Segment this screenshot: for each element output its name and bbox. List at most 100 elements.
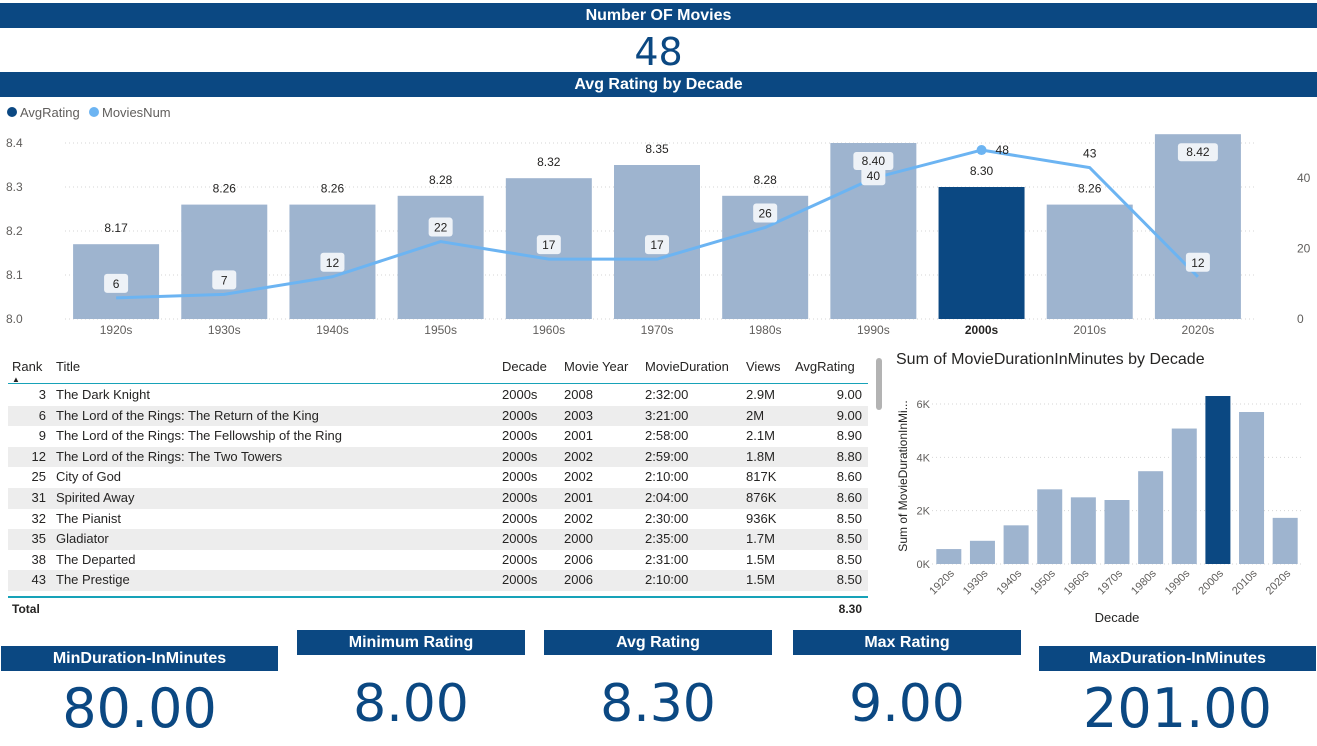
y-axis-title: Sum of MovieDurationInMi...	[896, 400, 910, 551]
duration-bar-2010s	[1239, 412, 1265, 564]
min-rating-value: 8.00	[353, 674, 469, 734]
column-header-avg-rating[interactable]: AvgRating	[795, 359, 855, 374]
line-data-label: 40	[867, 169, 881, 183]
legend-marker-avgrating	[7, 107, 17, 117]
avg-rating-by-decade-title: Avg Rating by Decade	[0, 72, 1317, 97]
sort-ascending-icon[interactable]: ▲	[12, 375, 20, 384]
table-cell-movie-year: 2001	[564, 428, 593, 444]
line-data-label: 43	[1083, 147, 1097, 161]
column-header-views[interactable]: Views	[746, 359, 780, 374]
bar-data-label: 8.26	[1078, 182, 1102, 196]
bar-data-label: 8.26	[213, 182, 237, 196]
table-row[interactable]: 57 Memento 2000s 2000 1:53:00 1.3M 8.40	[8, 591, 868, 595]
movies-table[interactable]: Rank ▲ Title Decade Movie Year MovieDura…	[8, 352, 882, 618]
line-data-label: 6	[113, 277, 120, 291]
duration-bar-1990s	[1171, 428, 1197, 564]
table-cell-rank: 57	[8, 593, 46, 595]
table-cell-views: 1.7M	[746, 531, 775, 547]
table-cell-decade: 2000s	[502, 551, 538, 567]
table-row[interactable]: 32 The Pianist 2000s 2002 2:30:00 936K 8.50	[8, 509, 868, 530]
x-axis-tick-label: 1920s	[927, 567, 957, 597]
table-cell-rank: 9	[38, 428, 46, 444]
table-cell-rank: 6	[38, 407, 46, 423]
x-axis-tick-label: 2000s	[1196, 567, 1226, 597]
table-cell-movie-year: 2000	[564, 593, 593, 595]
avg-rating-title: Avg Rating	[544, 630, 772, 655]
table-cell-decade: 2000s	[502, 469, 538, 485]
table-cell-rank: 35	[31, 531, 46, 547]
table-cell-movieduration: 2:31:00	[645, 551, 689, 567]
y-axis-tick-label: 8.1	[6, 268, 23, 282]
bar-data-label: 8.35	[645, 142, 669, 156]
table-cell-movie-year: 2006	[564, 572, 593, 588]
avg-rating-combo-chart[interactable]: AvgRating MoviesNum8.08.18.28.38.40204019…	[0, 100, 1317, 344]
table-cell-rank: 3	[38, 387, 46, 402]
y2-axis-tick-label: 20	[1297, 242, 1311, 256]
table-cell-views: 876K	[746, 490, 777, 505]
column-header-rank[interactable]: Rank	[12, 359, 42, 374]
table-cell-decade: 2000s	[502, 490, 538, 505]
table-cell-avgrating: 9.00	[836, 407, 862, 423]
table-row[interactable]: 25 City of God 2000s 2002 2:10:00 817K 8.60	[8, 467, 868, 488]
y-axis-tick-label: 6K	[917, 399, 931, 411]
max-rating-value: 9.00	[849, 674, 965, 734]
column-header-title[interactable]: Title	[56, 359, 80, 374]
table-row[interactable]: 35 Gladiator 2000s 2000 2:35:00 1.7M 8.50	[8, 529, 868, 550]
duration-bar-1970s	[1104, 500, 1130, 564]
table-row[interactable]: 6 The Lord of the Rings: The Return of th…	[8, 405, 868, 427]
table-row[interactable]: 38 The Departed 2000s 2006 2:31:00 1.5M 8.50	[8, 550, 868, 571]
bar-2020s	[1154, 134, 1241, 319]
line-data-label: 17	[650, 238, 664, 252]
column-header-movie-year[interactable]: Movie Year	[564, 359, 628, 374]
table-cell-title: Memento	[56, 593, 110, 595]
bar-data-label: 8.40	[862, 154, 886, 168]
table-cell-movie-year: 2002	[564, 448, 593, 464]
table-cell-title: Gladiator	[56, 531, 109, 547]
column-header-decade[interactable]: Decade	[502, 359, 547, 374]
table-row[interactable]: 9 The Lord of the Rings: The Fellowship o…	[8, 426, 868, 447]
table-cell-avgrating: 8.50	[836, 531, 862, 547]
x-axis-tick-label: 1970s	[1095, 567, 1125, 597]
x-axis-tick-label: 1970s	[641, 323, 674, 337]
duration-by-decade-chart[interactable]: 0K 2K 4K 6K Sum of MovieDurationInMi... Decad…	[890, 378, 1310, 634]
duration-bar-1940s	[1003, 525, 1029, 564]
table-cell-views: 1.5M	[746, 572, 775, 588]
table-body: 3 The Dark Knight 2000s 2008 2:32:00 2.9M 9.00…	[8, 385, 868, 595]
table-cell-title: City of God	[56, 469, 122, 485]
line-data-label: 7	[221, 273, 228, 287]
table-cell-movie-year: 2000	[564, 531, 593, 547]
table-row[interactable]: 31 Spirited Away 2000s 2001 2:04:00 876K 8.60	[8, 488, 868, 509]
column-header-movie-duration[interactable]: MovieDuration	[645, 359, 729, 374]
x-axis-tick-label: 2010s	[1073, 323, 1106, 337]
table-row[interactable]: 12 The Lord of the Rings: The Two Towers 2…	[8, 446, 868, 468]
table-row[interactable]: 3 The Dark Knight 2000s 2008 2:32:00 2.9M 9.00	[8, 385, 868, 406]
x-axis-tick-label: 1980s	[1129, 567, 1159, 597]
legend-label-moviesnum: MoviesNum	[102, 105, 171, 120]
y-axis-tick-label: 8.3	[6, 180, 23, 194]
y2-axis-tick-label: 0	[1297, 312, 1304, 326]
table-cell-title: The Dark Knight	[56, 387, 150, 402]
table-cell-movieduration: 2:32:00	[645, 387, 689, 402]
table-cell-avgrating: 8.90	[836, 428, 862, 444]
duration-chart-title: Sum of MovieDurationInMinutes by Decade	[896, 351, 1205, 368]
total-label: Total	[12, 602, 40, 616]
x-axis-title: Decade	[1095, 610, 1140, 625]
line-data-label: 22	[434, 221, 448, 235]
table-cell-movie-year: 2003	[564, 407, 593, 423]
table-scrollbar[interactable]	[876, 358, 882, 410]
x-axis-tick-label: 1940s	[316, 323, 349, 337]
x-axis-tick-label: 1930s	[961, 567, 991, 597]
table-cell-views: 1.5M	[746, 551, 775, 567]
legend-marker-moviesnum	[89, 107, 99, 117]
bar-2000s	[938, 187, 1025, 319]
line-data-label: 12	[1191, 256, 1205, 270]
y-axis-tick-label: 2K	[917, 506, 931, 518]
table-header: Rank ▲ Title Decade Movie Year MovieDura…	[8, 352, 868, 384]
y-axis-tick-label: 8.0	[6, 312, 23, 326]
table-cell-movieduration: 2:04:00	[645, 490, 689, 505]
table-row[interactable]: 43 The Prestige 2000s 2006 2:10:00 1.5M 8.50	[8, 570, 868, 591]
table-cell-rank: 43	[31, 572, 46, 588]
table-cell-movieduration: 2:10:00	[645, 469, 689, 485]
line-data-label: 17	[542, 238, 556, 252]
y-axis-tick-label: 0K	[917, 559, 931, 571]
